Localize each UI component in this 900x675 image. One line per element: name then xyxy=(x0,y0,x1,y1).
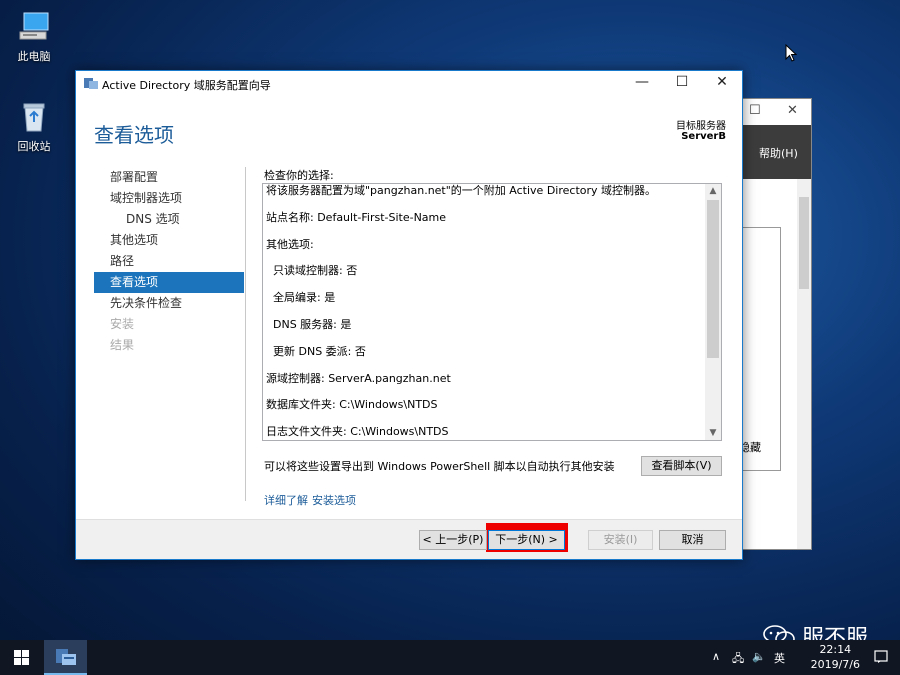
nav-item-dns-options[interactable]: DNS 选项 xyxy=(94,209,244,230)
desktop-icon-recycle-bin[interactable]: 回收站 xyxy=(6,100,62,154)
computer-icon xyxy=(17,10,51,44)
taskbar-server-manager[interactable] xyxy=(44,640,87,675)
page-title: 查看选项 xyxy=(94,123,174,147)
scrollbar-thumb[interactable] xyxy=(707,200,719,358)
nav-item-dc-options[interactable]: 域控制器选项 xyxy=(94,188,244,209)
review-line: DNS 服务器: 是 xyxy=(273,317,352,331)
maximize-icon[interactable]: ☐ xyxy=(749,103,761,118)
start-button[interactable] xyxy=(0,640,44,675)
wizard-footer: < 上一步(P) 下一步(N) > 安装(I) 取消 xyxy=(76,519,742,559)
network-icon[interactable]: 🖧 xyxy=(732,650,744,669)
nav-item-additional-options[interactable]: 其他选项 xyxy=(94,230,244,251)
window-title: Active Directory 域服务配置向导 xyxy=(102,79,271,92)
close-icon[interactable]: ✕ xyxy=(787,103,798,118)
volume-muted-icon[interactable]: 🔈 xyxy=(752,650,766,663)
review-textbox[interactable]: 将该服务器配置为域"pangzhan.net"的一个附加 Active Dire… xyxy=(262,183,722,441)
review-line: 其他选项: xyxy=(266,237,314,251)
background-window[interactable]: ☐ ✕ 帮助(H) 隐藏 xyxy=(738,98,812,550)
menu-help[interactable]: 帮助(H) xyxy=(759,145,798,161)
cancel-button[interactable]: 取消 xyxy=(659,530,726,550)
review-scrollbar[interactable]: ▲ ▼ xyxy=(705,184,721,440)
nav-item-deployment[interactable]: 部署配置 xyxy=(94,167,244,188)
recycle-bin-icon xyxy=(17,100,51,134)
install-options-link[interactable]: 安装选项 xyxy=(312,494,356,507)
input-language[interactable]: 英 xyxy=(774,650,785,666)
install-button: 安装(I) xyxy=(588,530,653,550)
nav-item-review-options[interactable]: 查看选项 xyxy=(94,272,244,293)
desktop-icon-label: 回收站 xyxy=(17,140,51,153)
previous-button[interactable]: < 上一步(P) xyxy=(419,530,487,550)
review-line: 全局编录: 是 xyxy=(273,291,336,305)
review-line: 源域控制器: ServerA.pangzhan.net xyxy=(266,371,451,385)
nav-divider xyxy=(245,167,246,501)
nav-item-installation: 安装 xyxy=(110,317,135,331)
review-line: 数据库文件夹: C:\Windows\NTDS xyxy=(266,398,438,412)
review-line: 将该服务器配置为域"pangzhan.net"的一个附加 Active Dire… xyxy=(266,184,657,197)
learn-more-link[interactable]: 详细了解 xyxy=(264,494,308,507)
background-panel xyxy=(739,227,781,471)
review-line: 站点名称: Default-First-Site-Name xyxy=(266,210,447,224)
target-server-label: 目标服务器 xyxy=(676,121,726,132)
nav-item-paths[interactable]: 路径 xyxy=(94,251,244,272)
review-line: 更新 DNS 委派: 否 xyxy=(273,344,366,358)
clock[interactable]: 22:14 2019/7/6 xyxy=(811,642,860,672)
more-info-row: 详细了解 安装选项 xyxy=(264,492,360,508)
background-titlebar: ☐ ✕ xyxy=(739,99,811,125)
chevron-up-icon[interactable]: ▲ xyxy=(705,184,721,198)
server-manager-icon xyxy=(56,649,76,665)
review-lines: 将该服务器配置为域"pangzhan.net"的一个附加 Active Dire… xyxy=(266,184,705,440)
review-line: 只读域控制器: 否 xyxy=(273,264,358,278)
windows-logo-icon xyxy=(14,650,29,665)
clock-date: 2019/7/6 xyxy=(810,658,860,671)
minimize-icon[interactable]: — xyxy=(622,71,662,95)
chevron-up-icon[interactable]: ∧ xyxy=(712,650,720,663)
review-line: 日志文件文件夹: C:\Windows\NTDS xyxy=(266,425,449,439)
export-description: 可以将这些设置导出到 Windows PowerShell 脚本以自动执行其他安… xyxy=(264,460,615,473)
next-button[interactable]: 下一步(N) > xyxy=(488,530,565,550)
desktop-icon-this-pc[interactable]: 此电脑 xyxy=(6,10,62,64)
taskbar: ∧ 🖧 🔈 英 22:14 2019/7/6 xyxy=(0,640,900,675)
target-server-name: ServerB xyxy=(681,131,726,142)
maximize-icon[interactable]: ☐ xyxy=(662,71,702,95)
background-scrollbar[interactable] xyxy=(797,179,811,549)
title-bar[interactable]: Active Directory 域服务配置向导 — ☐ ✕ xyxy=(76,71,742,95)
ad-ds-config-wizard-window: Active Directory 域服务配置向导 — ☐ ✕ 查看选项 目标服务… xyxy=(75,70,743,560)
nav-item-results: 结果 xyxy=(110,338,135,352)
notification-icon[interactable] xyxy=(874,650,888,664)
background-menubar: 帮助(H) xyxy=(739,125,811,179)
review-label: 检查你的选择: xyxy=(264,169,334,182)
server-manager-icon xyxy=(84,78,98,89)
scrollbar-thumb[interactable] xyxy=(799,197,809,289)
close-icon[interactable]: ✕ xyxy=(702,71,742,95)
mouse-cursor-icon xyxy=(785,44,797,62)
view-script-button[interactable]: 查看脚本(V) xyxy=(641,456,722,476)
wizard-nav: 部署配置 域控制器选项 DNS 选项 其他选项 路径 查看选项 先决条件检查 安… xyxy=(94,167,244,356)
desktop-icon-label: 此电脑 xyxy=(17,50,51,63)
system-tray: ∧ 🖧 🔈 英 22:14 2019/7/6 xyxy=(700,640,900,675)
nav-item-prereq-check[interactable]: 先决条件检查 xyxy=(94,293,244,314)
chevron-down-icon[interactable]: ▼ xyxy=(705,426,721,440)
clock-time: 22:14 xyxy=(819,643,852,656)
